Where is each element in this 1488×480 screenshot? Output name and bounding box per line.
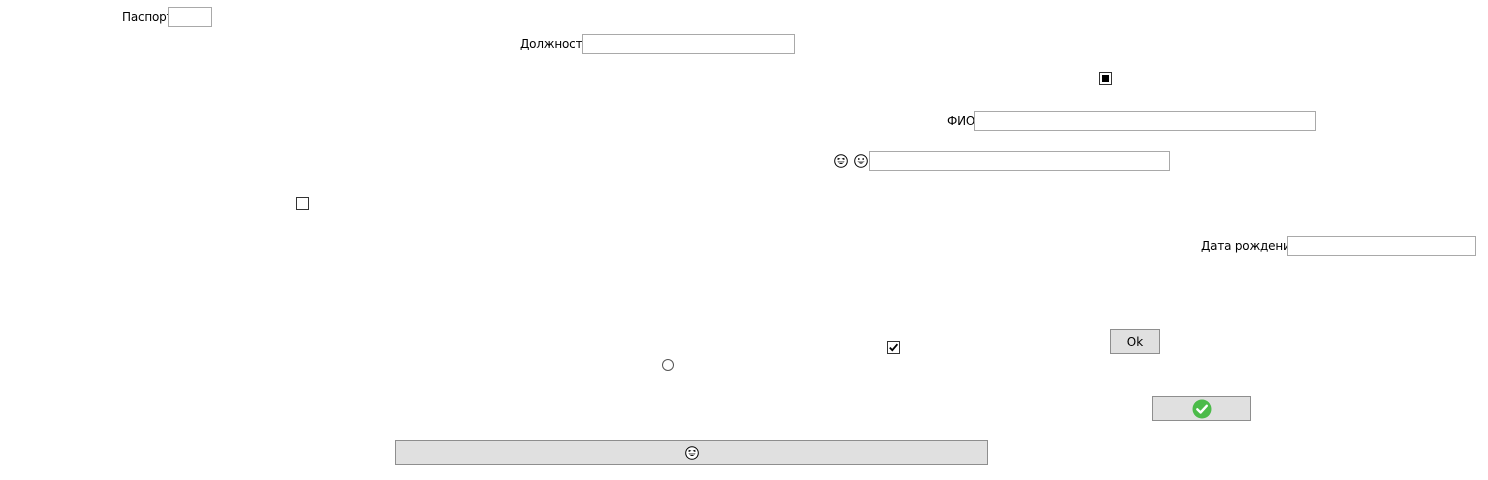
passport-input[interactable] (168, 7, 212, 27)
radio-button[interactable] (662, 359, 674, 371)
fio-label: ФИО (947, 114, 976, 128)
unchecked-checkbox[interactable] (296, 197, 309, 210)
emoji-input[interactable] (869, 151, 1170, 171)
passport-label: Паспорт (122, 10, 174, 24)
laughing-face-icon (834, 154, 848, 168)
indeterminate-checkbox[interactable] (1099, 72, 1112, 85)
birth-date-input[interactable] (1287, 236, 1476, 256)
laughing-face-icon (684, 445, 699, 460)
checked-checkbox[interactable] (887, 341, 900, 354)
checkmark-icon (889, 343, 899, 352)
ok-button[interactable]: Ok (1110, 329, 1160, 354)
birth-date-label: Дата рождения (1201, 239, 1298, 253)
wide-emoji-button[interactable] (395, 440, 988, 465)
confirm-icon-button[interactable] (1152, 396, 1251, 421)
position-label: Должность (520, 37, 590, 51)
green-check-circle-icon (1192, 399, 1211, 418)
fio-input[interactable] (974, 111, 1316, 131)
position-input[interactable] (582, 34, 795, 54)
grinning-face-icon (854, 154, 868, 168)
